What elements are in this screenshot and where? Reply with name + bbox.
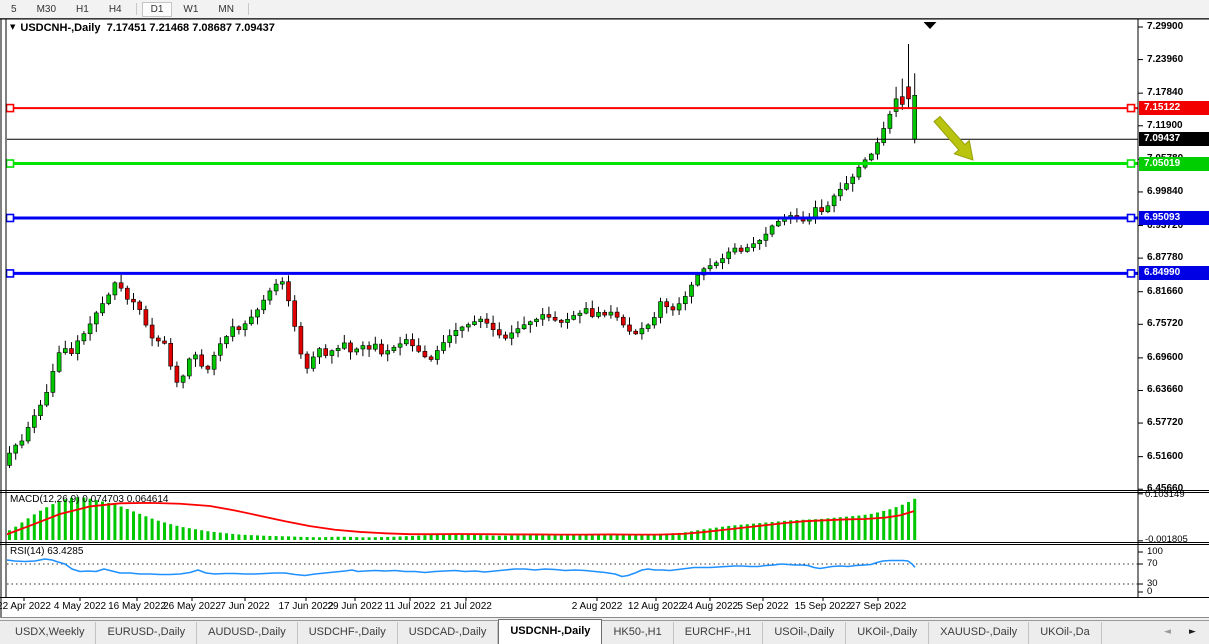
date-axis-label[interactable]: 12 Aug 2022 [628, 601, 684, 612]
date-axis-label[interactable]: 22 Apr 2022 [0, 601, 51, 612]
date-axis-label[interactable]: 17 Jun 2022 [278, 601, 333, 612]
tab-scroll-left-icon[interactable]: ◄ [1164, 627, 1171, 637]
price-axis-tick: 6.63660 [1147, 384, 1207, 396]
tab-usdx-weekly[interactable]: USDX,Weekly [4, 622, 96, 644]
line-anchor-square[interactable] [1128, 160, 1135, 167]
tab-usdcnh-daily[interactable]: USDCNH-,Daily [498, 619, 602, 644]
price-line-label-7.09437: 7.09437 [1139, 132, 1209, 146]
date-axis-label[interactable]: 2 Aug 2022 [572, 601, 623, 612]
price-axis-tick: 6.57720 [1147, 417, 1207, 429]
rsi-label: RSI(14) 63.4285 [10, 546, 83, 557]
tab-xauusd-daily[interactable]: XAUUSD-,Daily [929, 622, 1029, 644]
date-axis-label[interactable]: 27 Sep 2022 [850, 601, 907, 612]
date-axis-label[interactable]: 24 Aug 2022 [682, 601, 738, 612]
rsi-axis-label: 70 [1147, 558, 1158, 569]
rsi-axis-label: 0 [1147, 586, 1152, 597]
price-axis-tick: 7.23960 [1147, 54, 1207, 66]
date-axis-label[interactable]: 7 Jun 2022 [220, 601, 270, 612]
chart-canvas [0, 0, 1209, 644]
rsi-axis-label: 100 [1147, 546, 1163, 557]
down-triangle-marker[interactable] [924, 22, 937, 29]
date-axis-label[interactable]: 29 Jun 2022 [327, 601, 382, 612]
line-anchor-square[interactable] [7, 214, 14, 221]
tab-usdcad-daily[interactable]: USDCAD-,Daily [398, 622, 499, 644]
rsi-line [6, 559, 915, 577]
chart-title-symbol: USDCNH-,Daily [20, 22, 100, 34]
price-axis-tick: 6.75720 [1147, 318, 1207, 330]
line-anchor-square[interactable] [7, 160, 14, 167]
line-anchor-square[interactable] [7, 105, 14, 112]
rsi-indicator [6, 559, 1138, 584]
date-axis-label[interactable]: 11 Jul 2022 [385, 601, 436, 612]
tab-audusd-daily[interactable]: AUDUSD-,Daily [197, 622, 298, 644]
price-line-label-6.95093: 6.95093 [1139, 211, 1209, 225]
line-anchor-square[interactable] [1128, 270, 1135, 277]
price-axis-tick: 7.17840 [1147, 87, 1207, 99]
macd-label: MACD(12,26,9) 0.074703 0.064614 [10, 494, 168, 505]
date-axis-label[interactable]: 21 Jul 2022 [440, 601, 492, 612]
price-axis-tick: 7.11900 [1147, 120, 1207, 132]
tab-usoil-daily[interactable]: USOil-,Daily [763, 622, 846, 644]
date-axis-label[interactable]: 26 May 2022 [163, 601, 221, 612]
tab-eurchf-h1[interactable]: EURCHF-,H1 [674, 622, 764, 644]
date-axis-label[interactable]: 16 May 2022 [108, 601, 166, 612]
chart-title: ▼ USDCNH-,Daily 7.17451 7.21468 7.08687 7… [10, 22, 275, 34]
date-axis-label[interactable]: 15 Sep 2022 [795, 601, 852, 612]
line-anchor-square[interactable] [1128, 214, 1135, 221]
line-anchor-square[interactable] [1128, 105, 1135, 112]
tab-usdchf-daily[interactable]: USDCHF-,Daily [298, 622, 398, 644]
date-axis-label[interactable]: 4 May 2022 [54, 601, 106, 612]
price-axis-tick: 6.51600 [1147, 451, 1207, 463]
tab-ukoil-da[interactable]: UKOil-,Da [1029, 622, 1102, 644]
symbol-tab-bar: USDX,WeeklyEURUSD-,DailyAUDUSD-,DailyUSD… [0, 620, 1209, 644]
arrow-annotation[interactable] [934, 116, 973, 160]
date-axis-label[interactable]: 5 Sep 2022 [737, 601, 788, 612]
price-axis-tick: 6.45660 [1147, 483, 1207, 495]
symbol-dropdown-icon[interactable]: ▼ [10, 23, 15, 31]
tab-eurusd-daily[interactable]: EURUSD-,Daily [96, 622, 197, 644]
price-axis-tick: 6.81660 [1147, 286, 1207, 298]
tab-hk50-h1[interactable]: HK50-,H1 [602, 622, 673, 644]
macd-axis-min: -0.001805 [1145, 534, 1188, 545]
price-axis-tick: 6.69600 [1147, 352, 1207, 364]
tab-ukoil-daily[interactable]: UKOil-,Daily [846, 622, 929, 644]
chart-title-ohlc: 7.17451 7.21468 7.08687 7.09437 [107, 22, 275, 34]
line-anchor-square[interactable] [7, 270, 14, 277]
price-axis-tick: 6.99840 [1147, 186, 1207, 198]
price-line-label-7.15122: 7.15122 [1139, 101, 1209, 115]
price-axis-tick: 7.29900 [1147, 21, 1207, 33]
price-axis-tick: 6.87780 [1147, 252, 1207, 264]
tab-scroll-right-icon[interactable]: ► [1189, 627, 1196, 637]
price-line-label-6.84990: 6.84990 [1139, 266, 1209, 280]
price-line-label-7.05019: 7.05019 [1139, 157, 1209, 171]
trading-terminal: { "window": { "title_symbol": "USDCNH-,D… [0, 0, 1209, 644]
